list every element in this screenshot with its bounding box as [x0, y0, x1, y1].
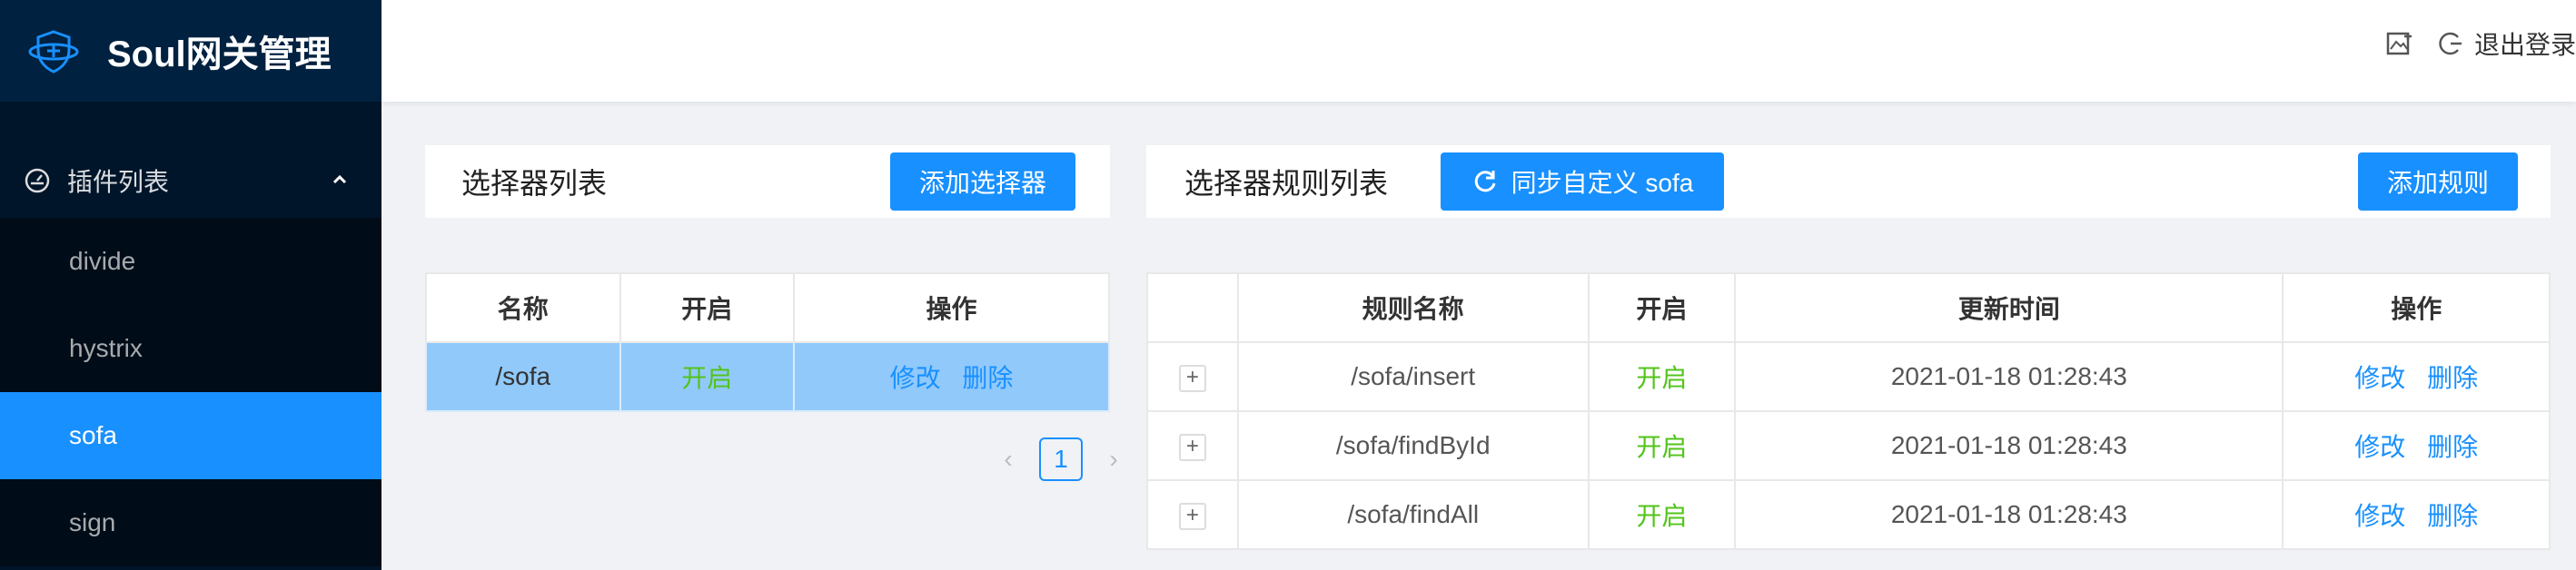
table-row: + /sofa/findById 开启 2021-01-18 01:28:43 … — [1146, 410, 2551, 481]
column-header: 开启 — [1587, 272, 1737, 343]
add-selector-button[interactable]: 添加选择器 — [890, 152, 1075, 211]
rule-panel-title: 选择器规则列表 — [1184, 167, 1389, 200]
rule-name: /sofa/findAll — [1236, 479, 1590, 550]
enabled-status: 开启 — [1636, 364, 1688, 392]
column-header: 操作 — [792, 272, 1111, 343]
edit-link[interactable]: 修改 — [890, 364, 941, 392]
chevron-right-icon[interactable]: › — [1095, 441, 1132, 477]
sidebar-item-hystrix[interactable]: hystrix — [0, 305, 381, 392]
delete-link[interactable]: 删除 — [962, 364, 1013, 392]
chevron-up-icon — [332, 174, 347, 184]
image-icon[interactable] — [2385, 29, 2414, 58]
menu-group-plugins[interactable]: 插件列表 — [0, 143, 381, 218]
delete-link[interactable]: 删除 — [2427, 364, 2478, 392]
enabled-status: 开启 — [681, 364, 733, 392]
sidebar-item-sign[interactable]: sign — [0, 479, 381, 566]
sidebar-item-divide[interactable]: divide — [0, 218, 381, 305]
sync-icon — [1474, 171, 1496, 192]
selector-panel-header: 选择器列表 添加选择器 — [425, 145, 1110, 218]
column-header: 名称 — [425, 272, 621, 343]
sidebar-item-label: sofa — [69, 421, 117, 449]
rule-name: /sofa/insert — [1236, 341, 1590, 412]
add-rule-button[interactable]: 添加规则 — [2358, 152, 2518, 211]
enabled-status: 开启 — [1636, 502, 1688, 530]
expand-row-button[interactable]: + — [1178, 434, 1206, 461]
column-header: 开启 — [619, 272, 795, 343]
selector-panel-title: 选择器列表 — [461, 167, 608, 200]
edit-link[interactable]: 修改 — [2354, 502, 2405, 530]
add-selector-button-label: 添加选择器 — [918, 169, 1046, 197]
header-tools: 退出登录 — [2385, 25, 2576, 62]
table-row: + /sofa/findAll 开启 2021-01-18 01:28:43 修… — [1146, 479, 2551, 550]
edit-link[interactable]: 修改 — [2354, 433, 2405, 461]
delete-link[interactable]: 删除 — [2427, 433, 2478, 461]
enabled-status: 开启 — [1636, 433, 1688, 461]
dashboard-icon — [25, 168, 50, 193]
table-row[interactable]: /sofa 开启 修改 删除 — [425, 341, 1111, 412]
page-number[interactable]: 1 — [1039, 437, 1083, 481]
column-header: 操作 — [2282, 272, 2551, 343]
app-title: Soul网关管理 — [107, 34, 332, 74]
selector-name: /sofa — [425, 341, 621, 412]
updated-time: 2021-01-18 01:28:43 — [1734, 410, 2284, 481]
column-header: 规则名称 — [1236, 272, 1590, 343]
plugin-submenu: divide hystrix sofa sign — [0, 218, 381, 566]
sidebar: Soul网关管理 插件列表 divide hystrix sofa sign — [0, 0, 381, 570]
logo: Soul网关管理 — [0, 0, 381, 102]
rule-panel-header: 选择器规则列表 同步自定义 sofa 添加规则 — [1146, 145, 2551, 218]
rule-name: /sofa/findById — [1236, 410, 1590, 481]
sync-button-label: 同步自定义 sofa — [1511, 169, 1694, 197]
rule-table: 规则名称 开启 更新时间 操作 + /sofa/insert 开启 2021-0… — [1146, 272, 2551, 550]
header: 退出登录 — [381, 0, 2576, 102]
column-header: 更新时间 — [1734, 272, 2284, 343]
sidebar-item-sofa[interactable]: sofa — [0, 392, 381, 479]
column-header — [1146, 272, 1239, 343]
chevron-left-icon[interactable]: ‹ — [990, 441, 1026, 477]
sidebar-item-label: sign — [69, 508, 116, 536]
edit-link[interactable]: 修改 — [2354, 364, 2405, 392]
table-row: + /sofa/insert 开启 2021-01-18 01:28:43 修改… — [1146, 341, 2551, 412]
logout-icon — [2439, 32, 2462, 55]
expand-row-button[interactable]: + — [1178, 503, 1206, 530]
menu-group-label: 插件列表 — [67, 168, 170, 196]
add-rule-button-label: 添加规则 — [2386, 169, 2489, 197]
logo-icon — [28, 30, 79, 74]
updated-time: 2021-01-18 01:28:43 — [1734, 341, 2284, 412]
delete-link[interactable]: 删除 — [2427, 502, 2478, 530]
sync-button[interactable]: 同步自定义 sofa — [1441, 152, 1724, 211]
sidebar-item-label: divide — [69, 247, 136, 275]
pagination: ‹ 1 › — [990, 437, 1132, 481]
expand-row-button[interactable]: + — [1178, 365, 1206, 392]
selector-table: 名称 开启 操作 /sofa 开启 修改 删除 — [425, 272, 1111, 412]
updated-time: 2021-01-18 01:28:43 — [1734, 479, 2284, 550]
sidebar-item-label: hystrix — [69, 334, 143, 362]
logout-link[interactable]: 退出登录 — [2474, 25, 2576, 62]
